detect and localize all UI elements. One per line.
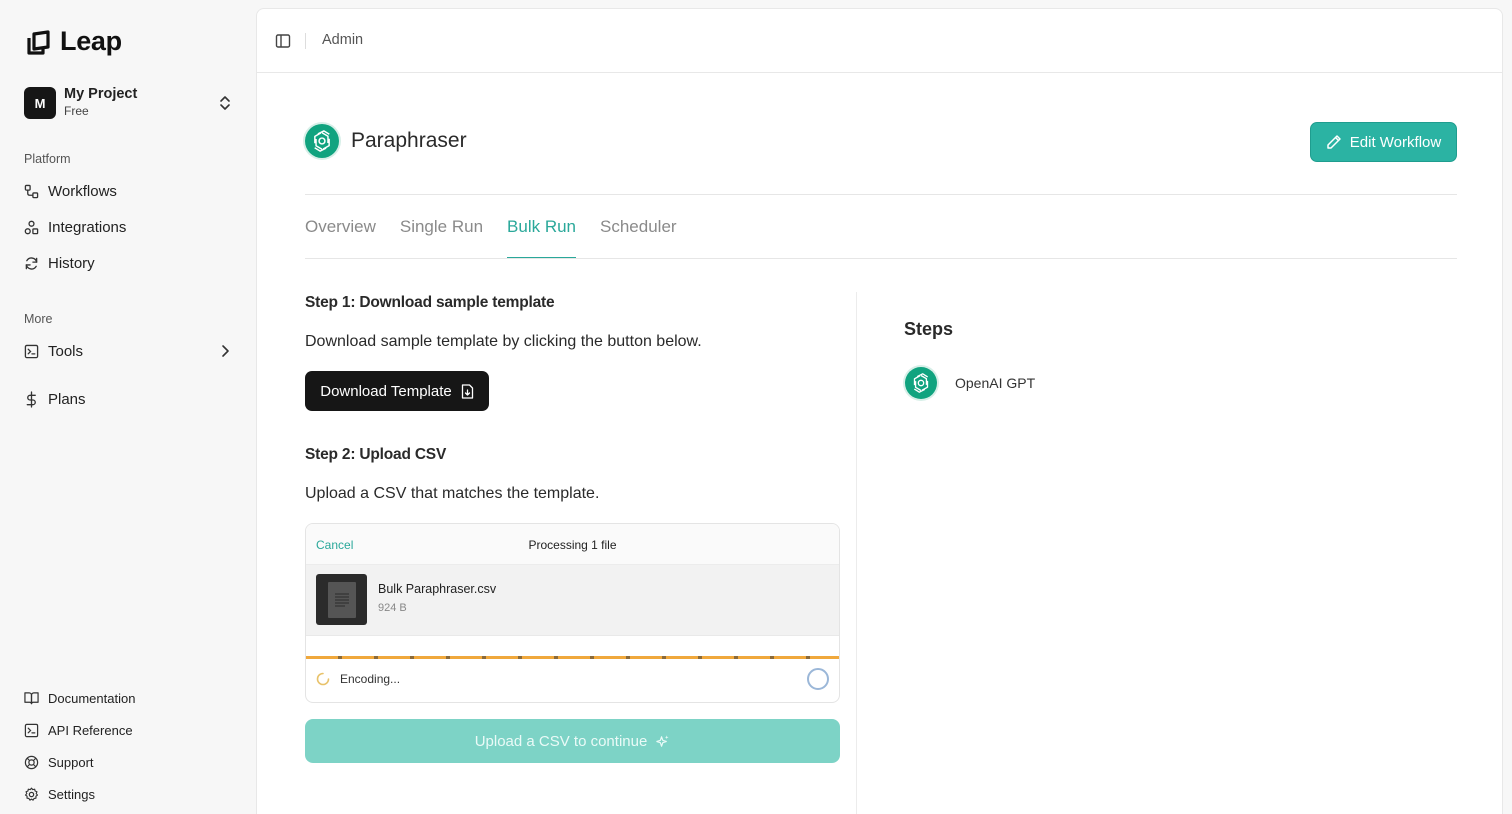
openai-logo-icon (305, 124, 339, 158)
upload-footer: Encoding... (316, 672, 400, 686)
tab-bar: Overview Single Run Bulk Run Scheduler (305, 217, 677, 259)
refresh-icon (25, 256, 38, 270)
terminal-icon (24, 344, 39, 358)
sidebar-item-label: API Reference (48, 722, 133, 738)
sidebar: Leap M My Project Free Platform Workflow… (0, 0, 256, 814)
column-divider (856, 292, 857, 814)
sidebar-item-api-reference[interactable]: API Reference (24, 721, 133, 739)
topbar: Admin (257, 9, 1502, 73)
logo[interactable]: Leap (26, 26, 122, 57)
project-avatar: M (24, 87, 56, 119)
upload-continue-label: Upload a CSV to continue (474, 732, 648, 750)
terminal-icon (24, 723, 39, 737)
chevron-updown-icon (220, 96, 230, 110)
book-icon (24, 692, 39, 705)
file-size: 924 B (378, 602, 407, 614)
header-divider (305, 194, 1457, 195)
breadcrumb[interactable]: Admin (322, 32, 363, 48)
step-item-openai[interactable]: OpenAI GPT (905, 367, 1035, 399)
sidebar-item-plans[interactable]: Plans (24, 388, 86, 410)
step2-title: Step 2: Upload CSV (305, 446, 447, 463)
sidebar-item-documentation[interactable]: Documentation (24, 689, 135, 707)
sidebar-item-history[interactable]: History (24, 252, 95, 274)
sidebar-item-label: Tools (48, 342, 84, 360)
document-icon (327, 581, 356, 618)
chevron-right-icon (222, 345, 229, 357)
more-section-label: More (24, 312, 53, 326)
workflow-icon (24, 184, 39, 198)
main-panel: Admin Paraphraser Edit Workflow Overview… (256, 8, 1503, 814)
pencil-icon (1327, 135, 1341, 149)
csv-uploader: Processing 1 file Cancel Bulk Paraphrase… (305, 523, 840, 703)
workflow-header: Paraphraser (305, 124, 467, 158)
file-name: Bulk Paraphraser.csv (378, 582, 497, 596)
brand-name: Leap (60, 26, 122, 56)
openai-logo-icon (905, 367, 937, 399)
tab-overview[interactable]: Overview (305, 217, 376, 259)
dollar-icon (26, 390, 36, 408)
integrations-icon (24, 220, 39, 234)
sidebar-item-label: Support (48, 754, 94, 770)
tabs-divider (305, 258, 1457, 259)
lifebuoy-icon (24, 755, 39, 769)
sidebar-item-workflows[interactable]: Workflows (24, 180, 117, 202)
progress-circle-icon (807, 668, 829, 690)
sidebar-item-label: Integrations (48, 218, 127, 236)
file-thumbnail (316, 574, 367, 625)
download-template-button[interactable]: Download Template (305, 371, 489, 411)
topbar-divider (305, 33, 306, 49)
spinner-icon (316, 672, 330, 686)
sidebar-item-label: History (48, 254, 95, 272)
upload-progress-status: Encoding... (340, 672, 401, 686)
step2-description: Upload a CSV that matches the template. (305, 485, 600, 502)
step1-description: Download sample template by clicking the… (305, 333, 702, 350)
sidebar-item-settings[interactable]: Settings (24, 785, 95, 803)
project-switcher[interactable]: M My Project Free (24, 86, 236, 120)
download-template-label: Download Template (320, 382, 452, 400)
page-title: Paraphraser (351, 129, 467, 152)
uploaded-file-row: Bulk Paraphraser.csv 924 B (306, 565, 839, 636)
sparkles-icon (656, 734, 669, 747)
tab-bulk-run[interactable]: Bulk Run (507, 217, 577, 259)
tab-single-run[interactable]: Single Run (400, 217, 483, 259)
edit-workflow-label: Edit Workflow (1349, 133, 1442, 151)
steps-title: Steps (904, 319, 954, 339)
sidebar-item-label: Documentation (48, 690, 136, 706)
sidebar-item-integrations[interactable]: Integrations (24, 216, 126, 238)
upload-progress-bar (306, 656, 839, 659)
sidebar-item-label: Plans (48, 390, 86, 408)
uploader-header: Processing 1 file Cancel (306, 524, 839, 565)
project-plan: Free (64, 104, 89, 119)
cancel-upload-button[interactable]: Cancel (316, 538, 353, 552)
leap-logo-icon (27, 29, 50, 55)
sidebar-item-support[interactable]: Support (24, 753, 94, 771)
edit-workflow-button[interactable]: Edit Workflow (1310, 122, 1457, 162)
sidebar-toggle-icon[interactable] (275, 33, 291, 49)
project-name: My Project (64, 86, 138, 103)
step-item-label: OpenAI GPT (955, 375, 1036, 391)
sidebar-item-tools[interactable]: Tools (24, 340, 236, 362)
sidebar-item-label: Settings (48, 786, 95, 802)
step1-title: Step 1: Download sample template (305, 294, 555, 311)
sidebar-item-label: Workflows (48, 182, 117, 200)
platform-section-label: Platform (24, 152, 71, 166)
gear-icon (24, 787, 39, 801)
upload-continue-button[interactable]: Upload a CSV to continue (305, 719, 840, 763)
file-download-icon (461, 383, 473, 399)
uploader-status: Processing 1 file (528, 538, 617, 552)
tab-scheduler[interactable]: Scheduler (600, 217, 677, 259)
